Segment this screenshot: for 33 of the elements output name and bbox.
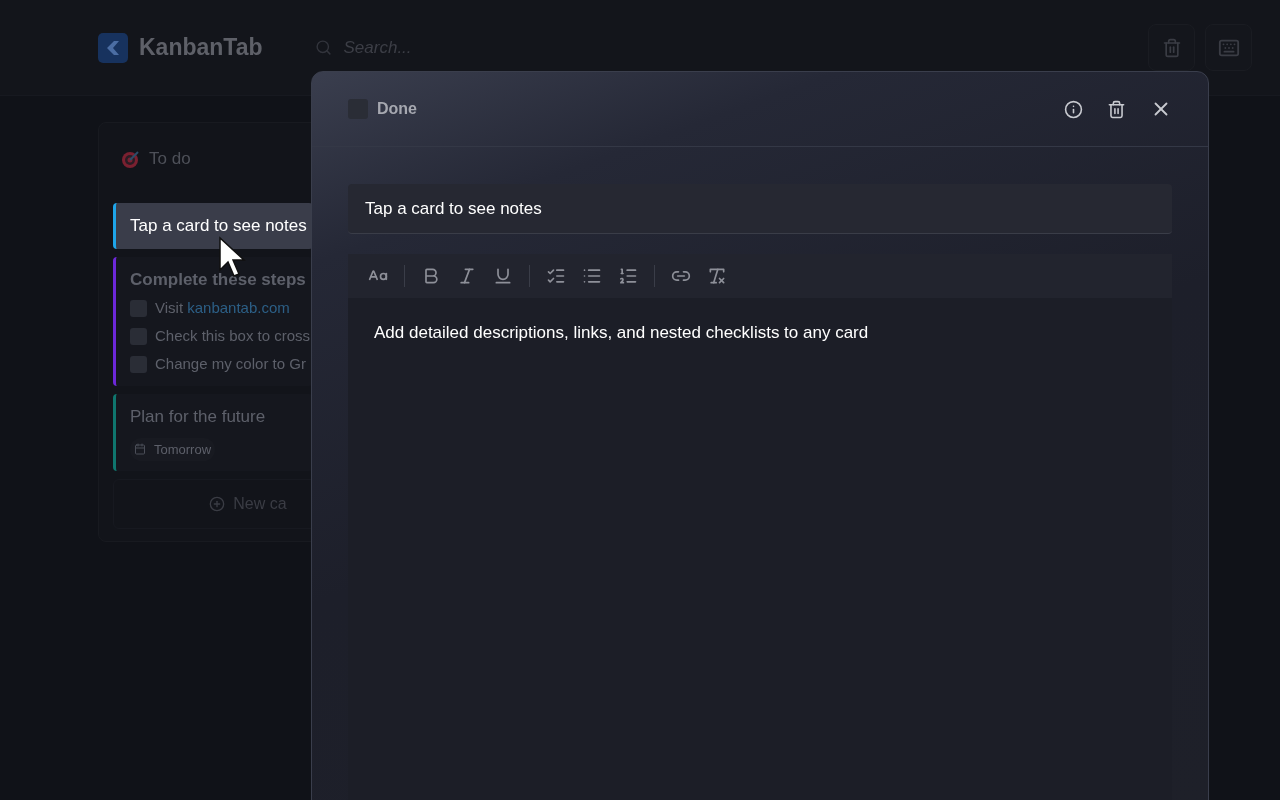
card-title: Complete these steps <box>130 268 305 291</box>
numbered-list-icon[interactable] <box>618 266 638 286</box>
checkbox[interactable] <box>130 327 147 345</box>
checklist-item: Change my color to Gr <box>155 353 306 374</box>
date-label: Tomorrow <box>154 440 212 459</box>
note-text: Add detailed descriptions, links, and nested checklists to any card <box>373 322 870 344</box>
title-field[interactable]: Tap a card to see notes <box>348 184 1172 234</box>
clear-format-icon[interactable] <box>707 266 727 286</box>
app-name: KanbanTab <box>139 33 263 63</box>
card-title: Plan for the future <box>130 406 267 428</box>
task-card[interactable]: Tap a card to see notes <box>113 203 313 249</box>
trash-icon[interactable] <box>1107 99 1126 119</box>
bullet-list-icon[interactable] <box>582 266 602 286</box>
task-card[interactable]: Plan for the future Tomorrow <box>113 394 313 471</box>
target-icon <box>121 149 141 169</box>
plus-icon <box>209 496 226 512</box>
checklist-icon[interactable] <box>546 266 566 286</box>
info-icon[interactable] <box>1064 99 1083 119</box>
calendar-icon <box>134 443 146 456</box>
column-title: To do <box>149 148 191 171</box>
search-icon <box>314 39 332 56</box>
checklist-item: Visit kanbantab.com <box>155 297 290 318</box>
underline-icon[interactable] <box>493 266 513 286</box>
card-title: Tap a card to see notes <box>130 215 305 237</box>
checkbox[interactable] <box>130 355 147 373</box>
done-label: Done <box>377 99 417 119</box>
checklist-item: Check this box to cross <box>155 325 311 346</box>
italic-icon[interactable] <box>457 266 477 286</box>
trash-icon <box>1161 37 1182 58</box>
logo-icon <box>98 32 128 63</box>
checkbox[interactable] <box>130 299 147 317</box>
link[interactable]: kanbantab.com <box>187 298 290 316</box>
task-card[interactable]: Complete these steps Visit kanbantab.com Check this box to cross Change my color to Gr <box>113 256 313 386</box>
